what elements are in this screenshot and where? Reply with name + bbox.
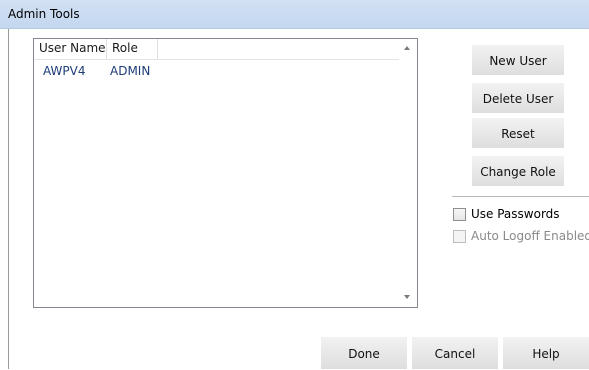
list-header: User Name Role [34,39,400,60]
done-button[interactable]: Done [321,337,407,369]
new-user-button[interactable]: New User [472,45,564,75]
auto-logoff-label: Auto Logoff Enabled [471,229,589,243]
auto-logoff-checkbox [453,230,466,243]
scroll-down-icon[interactable] [404,295,410,299]
help-button[interactable]: Help [503,337,589,369]
options-divider [452,196,589,197]
column-header-user-name[interactable]: User Name [34,39,107,59]
window-title: Admin Tools [8,7,80,21]
title-bar: Admin Tools [0,0,589,29]
cell-user-name: AWPV4 [43,64,86,78]
cancel-button[interactable]: Cancel [412,337,498,369]
vertical-scrollbar[interactable] [399,39,417,307]
delete-user-button[interactable]: Delete User [472,83,564,113]
left-border [8,29,9,369]
scroll-up-icon[interactable] [404,46,410,50]
cell-role: ADMIN [110,64,151,78]
reset-password-button[interactable]: Reset Password [472,118,564,171]
column-header-role[interactable]: Role [107,39,158,59]
change-role-button[interactable]: Change Role [472,156,564,186]
table-row[interactable]: AWPV4 ADMIN [34,60,400,80]
use-passwords-label[interactable]: Use Passwords [471,207,560,221]
use-passwords-checkbox[interactable] [453,208,466,221]
users-list[interactable]: User Name Role AWPV4 ADMIN [33,38,418,308]
